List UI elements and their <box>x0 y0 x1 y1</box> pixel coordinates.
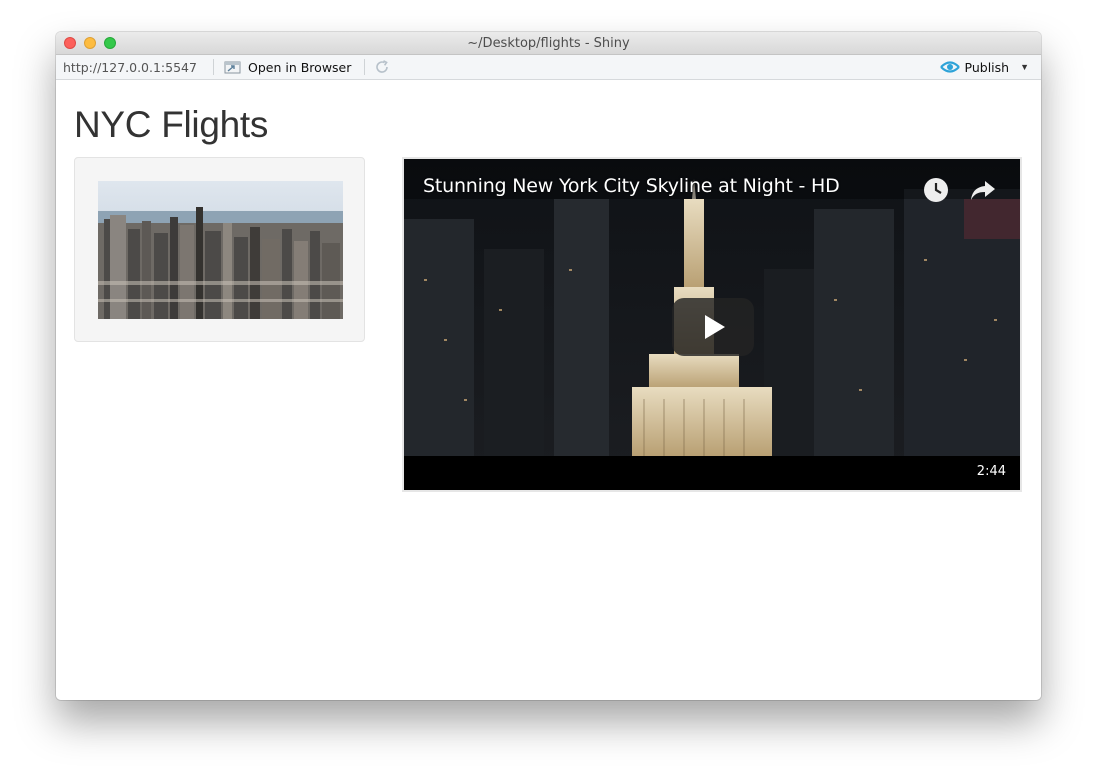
window-title: ~/Desktop/flights - Shiny <box>467 36 630 51</box>
open-in-browser-icon <box>224 60 242 74</box>
open-in-browser-label: Open in Browser <box>248 59 352 75</box>
toolbar-divider <box>364 59 365 75</box>
video-title[interactable]: Stunning New York City Skyline at Night … <box>423 175 840 197</box>
shiny-app-content: NYC Flights Stunning New York City Skyli… <box>56 80 1041 700</box>
video-duration: 2:44 <box>976 464 1006 479</box>
page-title: NYC Flights <box>74 104 269 145</box>
play-icon <box>705 315 725 339</box>
publish-button[interactable]: Publish ▼ <box>939 58 1029 76</box>
video-player[interactable]: Stunning New York City Skyline at Night … <box>402 157 1022 492</box>
share-button[interactable] <box>969 177 997 203</box>
toolbar-divider <box>213 59 214 75</box>
video-control-bar: 2:44 <box>404 456 1020 490</box>
refresh-icon <box>376 60 388 73</box>
play-button[interactable] <box>672 298 754 356</box>
watch-later-button[interactable] <box>923 177 949 203</box>
share-arrow-icon <box>971 181 995 200</box>
publish-icon <box>939 61 960 73</box>
open-in-browser-button[interactable]: Open in Browser <box>224 58 351 76</box>
title-bar: ~/Desktop/flights - Shiny <box>56 32 1041 55</box>
url-display[interactable]: http://127.0.0.1:5547 <box>63 60 197 75</box>
clock-icon <box>924 178 948 202</box>
sidebar-panel <box>74 157 365 342</box>
viewer-toolbar: http://127.0.0.1:5547 Open in Browser Pu… <box>56 55 1041 80</box>
chevron-down-icon[interactable]: ▼ <box>1020 62 1029 72</box>
skyline-image <box>98 181 343 319</box>
refresh-button[interactable] <box>373 58 391 76</box>
publish-label: Publish <box>964 59 1010 75</box>
app-window: ~/Desktop/flights - Shiny http://127.0.0… <box>56 32 1041 700</box>
